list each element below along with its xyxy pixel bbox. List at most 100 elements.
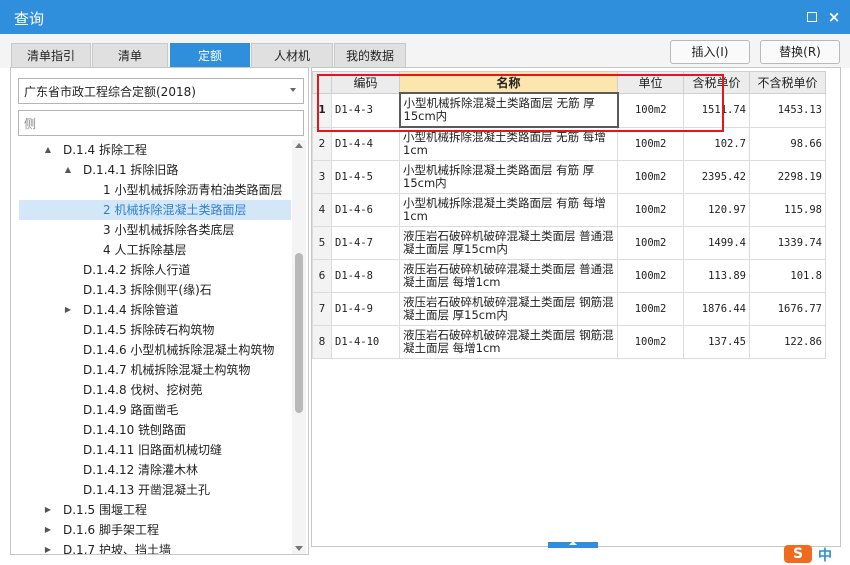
name-cell[interactable]: 小型机械拆除混凝土类路面层 无筋 每增1cm [399,126,618,161]
table-row[interactable]: 3 D1-4-5 小型机械拆除混凝土类路面层 有筋 厚15cm内 100m2 2395.… [312,160,826,194]
scroll-up-icon[interactable] [295,143,303,148]
tree-node[interactable]: 4 人工拆除基层 [11,240,291,260]
tax-price-cell[interactable]: 1499.4 [683,226,750,260]
insert-button[interactable]: 插入(I) [670,40,750,64]
tree-node[interactable]: D.1.4.10 铣刨路面 [11,420,291,440]
tab-list[interactable]: 清单 [92,43,168,68]
tax-price-cell[interactable]: 102.7 [683,126,750,161]
code-cell[interactable]: D1-4-4 [331,126,400,161]
name-cell[interactable]: 液压岩石破碎机破碎混凝土类面层 普通混凝土面层 厚15cm内 [399,226,618,260]
tree-node[interactable]: ▶ D.1.6 脚手架工程 [11,520,291,540]
filter-input[interactable]: 侧 [18,110,304,136]
collapse-icon[interactable]: ▲ [43,140,53,160]
unit-cell[interactable]: 100m2 [617,259,684,293]
col-header-unit[interactable]: 单位 [617,71,684,94]
table-row[interactable]: 5 D1-4-7 液压岩石破碎机破碎混凝土类面层 普通混凝土面层 厚15cm内 100… [312,226,826,260]
tree-node[interactable]: 2 机械拆除混凝土类路面层 [19,200,291,220]
row-index[interactable]: 2 [312,126,332,161]
tree-node[interactable]: ▶ D.1.4.4 拆除管道 [11,300,291,320]
table-row[interactable]: 7 D1-4-9 液压岩石破碎机破碎混凝土类面层 钢筋混凝土面层 厚15cm内 100… [312,292,826,326]
table-row[interactable]: 8 D1-4-10 液压岩石破碎机破碎混凝土类面层 钢筋混凝土面层 每增1cm 100… [312,325,826,359]
name-cell[interactable]: 小型机械拆除混凝土类路面层 无筋 厚15cm内 [398,92,619,128]
restore-icon[interactable] [804,9,820,25]
unit-cell[interactable]: 100m2 [617,292,684,326]
table-row[interactable]: 2 D1-4-4 小型机械拆除混凝土类路面层 无筋 每增1cm 100m2 102.7 9… [312,126,826,161]
tax-price-cell[interactable]: 1511.74 [683,92,750,128]
replace-button[interactable]: 替换(R) [760,40,840,64]
expand-icon[interactable]: ▶ [43,520,53,540]
unit-cell[interactable]: 100m2 [617,226,684,260]
collapse-icon[interactable]: ▲ [63,160,73,180]
tree-node[interactable]: 1 小型机械拆除沥青柏油类路面层 [11,180,291,200]
notax-price-cell[interactable]: 1676.77 [749,292,826,326]
notax-price-cell[interactable]: 101.8 [749,259,826,293]
code-cell[interactable]: D1-4-10 [331,325,400,359]
tree-scrollbar[interactable] [292,140,306,554]
col-header-tax-price[interactable]: 含税单价 [683,71,750,94]
tree-node[interactable]: ▲ D.1.4 拆除工程 [11,140,291,160]
notax-price-cell[interactable]: 1453.13 [749,92,826,128]
tab-quota[interactable]: 定额 [170,43,250,68]
col-header-notax-price[interactable]: 不含税单价 [749,71,826,94]
notax-price-cell[interactable]: 2298.19 [749,160,826,194]
tree-node[interactable]: ▶ D.1.5 围堰工程 [11,500,291,520]
name-cell[interactable]: 小型机械拆除混凝土类路面层 有筋 每增1cm [399,193,618,227]
scroll-down-icon[interactable] [295,546,303,551]
row-index[interactable]: 4 [312,193,332,227]
code-cell[interactable]: D1-4-8 [331,259,400,293]
tax-price-cell[interactable]: 2395.42 [683,160,750,194]
code-cell[interactable]: D1-4-6 [331,193,400,227]
code-cell[interactable]: D1-4-3 [331,92,400,128]
tree-node[interactable]: ▲ D.1.4.1 拆除旧路 [11,160,291,180]
table-row[interactable]: 4 D1-4-6 小型机械拆除混凝土类路面层 有筋 每增1cm 100m2 120.97… [312,193,826,227]
tax-price-cell[interactable]: 137.45 [683,325,750,359]
code-cell[interactable]: D1-4-9 [331,292,400,326]
name-cell[interactable]: 液压岩石破碎机破碎混凝土类面层 钢筋混凝土面层 每增1cm [399,325,618,359]
row-index[interactable]: 5 [312,226,332,260]
expand-icon[interactable]: ▶ [43,540,53,554]
expand-icon[interactable]: ▶ [63,300,73,320]
col-header-name[interactable]: 名称 [399,71,618,94]
tree-node[interactable]: D.1.4.7 机械拆除混凝土构筑物 [11,360,291,380]
row-index[interactable]: 3 [312,160,332,194]
notax-price-cell[interactable]: 1339.74 [749,226,826,260]
unit-cell[interactable]: 100m2 [617,160,684,194]
tax-price-cell[interactable]: 1876.44 [683,292,750,326]
tax-price-cell[interactable]: 120.97 [683,193,750,227]
tab-my-data[interactable]: 我的数据 [334,43,406,68]
unit-cell[interactable]: 100m2 [617,325,684,359]
notax-price-cell[interactable]: 122.86 [749,325,826,359]
code-cell[interactable]: D1-4-7 [331,226,400,260]
tree-node[interactable]: D.1.4.6 小型机械拆除混凝土构筑物 [11,340,291,360]
tree-node[interactable]: D.1.4.9 路面凿毛 [11,400,291,420]
tree-node[interactable]: 3 小型机械拆除各类底层 [11,220,291,240]
row-index[interactable]: 1 [312,92,332,128]
unit-cell[interactable]: 100m2 [617,92,684,128]
table-row[interactable]: 6 D1-4-8 液压岩石破碎机破碎混凝土类面层 普通混凝土面层 每增1cm 100m… [312,259,826,293]
tree-node[interactable]: D.1.4.12 清除灌木林 [11,460,291,480]
unit-cell[interactable]: 100m2 [617,126,684,161]
unit-cell[interactable]: 100m2 [617,193,684,227]
tree-node[interactable]: ▶ D.1.7 护坡、挡土墙 [11,540,291,554]
expand-panel-handle[interactable] [548,541,598,548]
name-cell[interactable]: 液压岩石破碎机破碎混凝土类面层 普通混凝土面层 每增1cm [399,259,618,293]
tax-price-cell[interactable]: 113.89 [683,259,750,293]
name-cell[interactable]: 液压岩石破碎机破碎混凝土类面层 钢筋混凝土面层 厚15cm内 [399,292,618,326]
row-index[interactable]: 6 [312,259,332,293]
tree-node[interactable]: D.1.4.13 开凿混凝土孔 [11,480,291,500]
tab-labor-material[interactable]: 人材机 [251,43,333,68]
expand-icon[interactable]: ▶ [43,500,53,520]
row-index[interactable]: 8 [312,325,332,359]
col-header-code[interactable]: 编码 [331,71,400,94]
row-index[interactable]: 7 [312,292,332,326]
scroll-thumb[interactable] [295,253,303,413]
table-row[interactable]: 1 D1-4-3 小型机械拆除混凝土类路面层 无筋 厚15cm内 100m2 1511.… [312,92,826,128]
tree-node[interactable]: D.1.4.5 拆除砖石构筑物 [11,320,291,340]
tree-node[interactable]: D.1.4.2 拆除人行道 [11,260,291,280]
tree-node[interactable]: D.1.4.3 拆除侧平(缘)石 [11,280,291,300]
tree-node[interactable]: D.1.4.8 伐树、挖树蔸 [11,380,291,400]
tree-node[interactable]: D.1.4.11 旧路面机械切缝 [11,440,291,460]
notax-price-cell[interactable]: 98.66 [749,126,826,161]
notax-price-cell[interactable]: 115.98 [749,193,826,227]
tab-list-guide[interactable]: 清单指引 [11,43,91,68]
